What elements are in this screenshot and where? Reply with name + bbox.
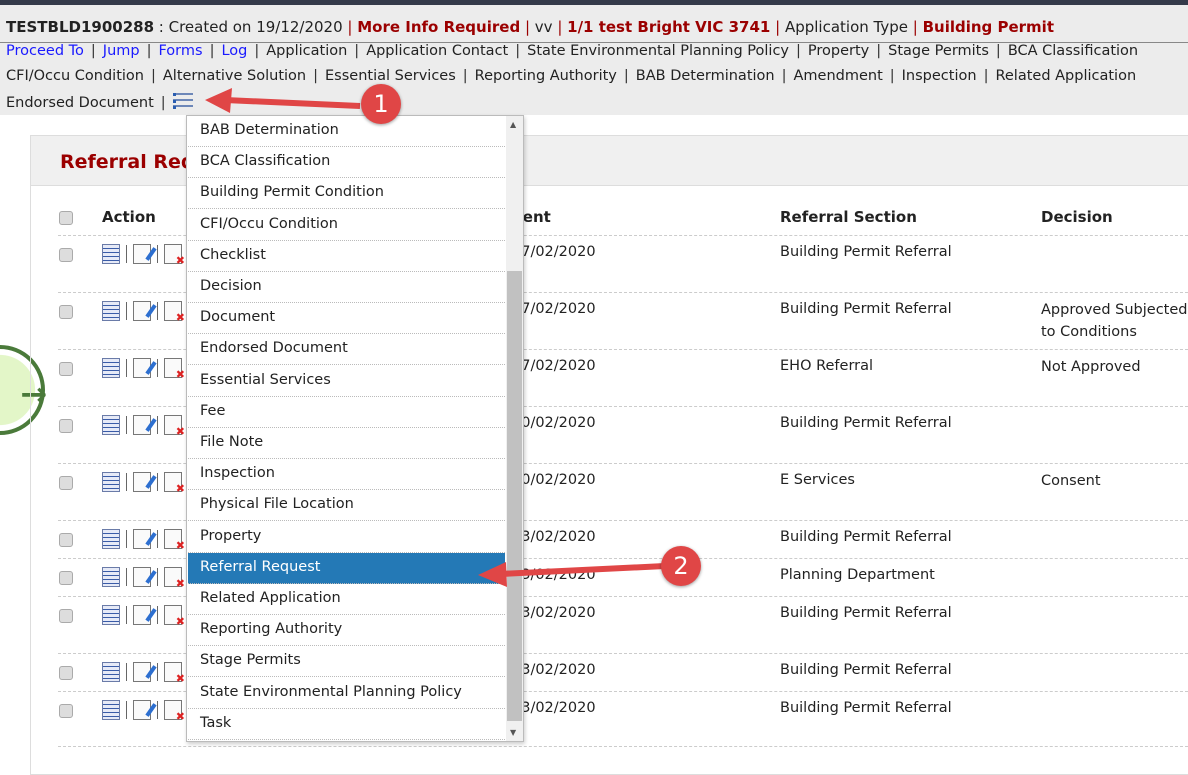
callout-1: 1 <box>361 84 401 124</box>
arrowhead-2 <box>478 562 507 587</box>
callout-2: 2 <box>661 546 701 586</box>
arrowhead-1 <box>205 88 232 113</box>
arrow-1 <box>224 97 361 109</box>
arrow-2 <box>499 563 666 577</box>
annotation-arrows <box>205 88 666 587</box>
